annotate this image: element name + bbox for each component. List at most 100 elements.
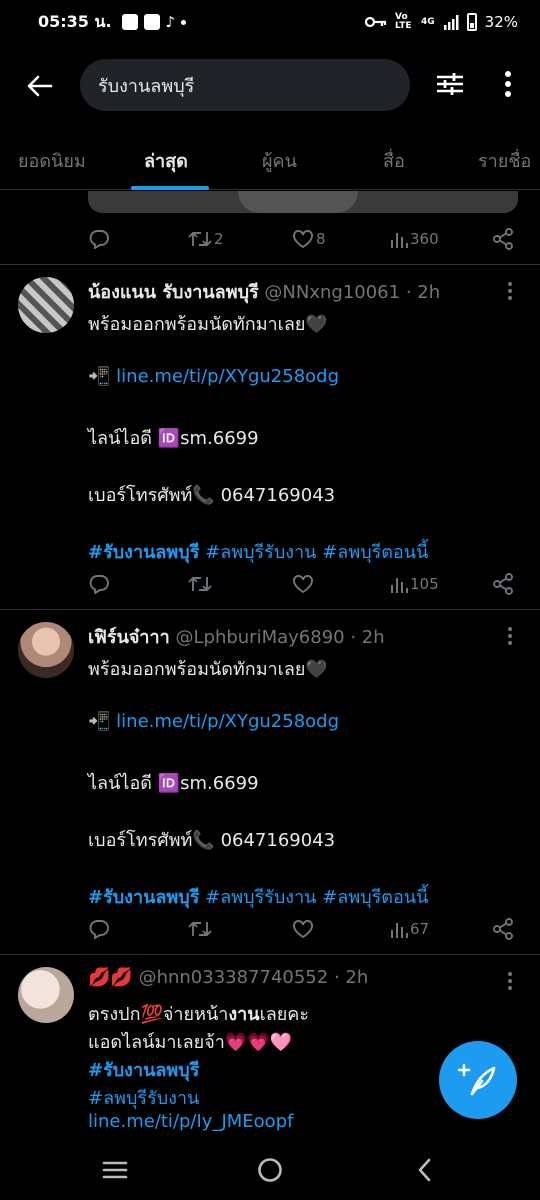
share-button[interactable] <box>492 228 514 250</box>
back-button[interactable] <box>20 66 60 106</box>
message-icon-2 <box>143 14 160 30</box>
feather-plus-icon <box>458 1063 496 1096</box>
reply-button[interactable] <box>88 919 110 939</box>
tweet-hashtags: #รับงานลพบุรี #ลพบุรีรับงาน #ลพบุรีตอนนี… <box>88 537 428 566</box>
more-vertical-icon <box>508 972 512 990</box>
status-time: 05:35 น. <box>38 11 112 31</box>
views-count: 360 <box>410 230 439 248</box>
hashtag-link[interactable]: #ลพบุรีรับงาน <box>205 542 316 563</box>
phone-emoji: 📲 <box>88 366 111 387</box>
reply-icon <box>89 230 109 249</box>
share-icon <box>493 918 513 940</box>
search-query: รับงานลพบุรี <box>98 75 195 97</box>
tweet-lineid-line: ไลน์ไอดี 🆔sm.6699 <box>88 423 259 452</box>
avatar[interactable] <box>18 622 74 678</box>
user-handle[interactable]: @NNxng10061 <box>264 282 400 303</box>
like-button[interactable]: 8 <box>292 229 326 249</box>
reply-button[interactable] <box>88 229 110 249</box>
telephone-emoji: 📞 <box>192 485 215 506</box>
hashtag-link[interactable]: #ลพบุรีรับงาน <box>205 887 316 908</box>
tweet-link[interactable]: line.me/ti/p/XYgu258odg <box>116 711 339 732</box>
tweet-menu-button[interactable] <box>500 969 520 993</box>
tweet-text-part: ตรงปก💯จ่ายหน้า <box>88 1004 229 1025</box>
views-button[interactable]: 67 <box>390 919 429 939</box>
tweet-header: เฟิร์นจ๋าาา @LphburiMay6890 · 2h <box>88 622 385 651</box>
share-button[interactable] <box>492 573 514 595</box>
phone-number: 0647169043 <box>220 485 336 506</box>
tab-media[interactable]: สื่อ <box>383 146 405 175</box>
home-button[interactable] <box>250 1152 290 1188</box>
hashtag-link[interactable]: #รับงานลพบุรี <box>88 1060 199 1081</box>
reply-icon <box>89 920 109 939</box>
tweet-time: · 2h <box>350 627 385 648</box>
overflow-menu-button[interactable] <box>488 64 528 104</box>
avatar[interactable] <box>18 967 74 1023</box>
tweet-item[interactable]: น้องแนน รับงานลพบุรี @NNxng10061 · 2h พร… <box>0 264 540 609</box>
tweet-time: · 2h <box>405 282 441 303</box>
tweet-media-image[interactable] <box>88 191 518 213</box>
tweet-hashtag-line: #รับงานลพบุรี <box>88 1055 199 1084</box>
views-button[interactable]: 360 <box>390 229 439 249</box>
tweet-phone-line: เบอร์โทรศัพท์📞 0647169043 <box>88 825 335 854</box>
tab-people[interactable]: ผู้คน <box>262 146 297 175</box>
key-icon <box>365 16 387 28</box>
tweet-link[interactable]: line.me/ti/p/XYgu258odg <box>116 366 339 387</box>
battery-percent: 32% <box>484 13 518 31</box>
views-icon <box>391 233 408 248</box>
user-handle[interactable]: @LphburiMay6890 <box>175 627 344 648</box>
phone-number: 0647169043 <box>220 830 336 851</box>
share-button[interactable] <box>492 918 514 940</box>
tab-lists[interactable]: รายชื่อ <box>478 146 531 175</box>
retweet-button[interactable] <box>188 574 212 594</box>
retweet-button[interactable]: 2 <box>188 229 224 249</box>
tweet-menu-button[interactable] <box>500 279 520 303</box>
recent-apps-button[interactable] <box>95 1152 135 1188</box>
tweet-feed[interactable]: 2 8 360 น้องแนน รับงานลพบุรี @NNxng10061… <box>0 191 540 1191</box>
hashtag-link[interactable]: #ลพบุรีตอนนี้ <box>322 887 428 908</box>
heart-icon <box>293 920 313 939</box>
tweet-actions: 67 <box>88 916 518 942</box>
tweet-link[interactable]: line.me/ti/p/Iy_JMEoopf <box>88 1111 293 1132</box>
tab-latest[interactable]: ล่าสุด <box>144 146 188 175</box>
system-back-button[interactable] <box>405 1152 445 1188</box>
views-button[interactable]: 105 <box>390 574 439 594</box>
status-bar: 05:35 น. ♪ Vo LTE 4G 32% <box>0 0 540 44</box>
tweet-item[interactable]: เฟิร์นจ๋าาา @LphburiMay6890 · 2h พร้อมออ… <box>0 609 540 954</box>
tweet-link-line: 📲 line.me/ti/p/XYgu258odg <box>88 711 339 732</box>
display-name[interactable]: น้องแนน รับงานลพบุรี <box>88 282 259 303</box>
tweet-text-part: เลยคะ <box>259 1004 310 1025</box>
tweet-text-line: แอดไลน์มาเลยจ้า💗💗🩷 <box>88 1032 293 1053</box>
tab-top[interactable]: ยอดนิยม <box>18 146 86 175</box>
tweet-hashtags: #รับงานลพบุรี #ลพบุรีรับงาน #ลพบุรีตอนนี… <box>88 882 428 911</box>
system-navigation-bar <box>0 1138 540 1200</box>
phone-label: เบอร์โทรศัพท์ <box>88 485 193 506</box>
lineid-value: sm.6699 <box>180 428 259 449</box>
search-input[interactable]: รับงานลพบุรี <box>80 59 410 111</box>
hashtag-link[interactable]: #รับงานลพบุรี <box>88 887 199 908</box>
display-name[interactable]: 💋💋 <box>88 967 133 988</box>
like-button[interactable] <box>292 574 314 594</box>
compose-tweet-button[interactable] <box>439 1041 517 1119</box>
display-name[interactable]: เฟิร์นจ๋าาา <box>88 627 170 648</box>
hashtag-link[interactable]: #ลพบุรีรับงาน <box>88 1088 199 1109</box>
avatar[interactable] <box>18 277 74 333</box>
search-filter-button[interactable] <box>430 64 470 104</box>
views-icon <box>391 923 408 938</box>
heart-icon <box>293 230 313 249</box>
more-vertical-icon <box>508 627 512 645</box>
retweet-button[interactable] <box>188 919 212 939</box>
reply-button[interactable] <box>88 574 110 594</box>
views-count: 67 <box>410 920 430 938</box>
id-emoji: 🆔 <box>157 428 181 449</box>
lineid-label: ไลน์ไอดี <box>88 428 152 449</box>
signal-icon <box>443 15 459 30</box>
chevron-left-icon <box>418 1158 431 1182</box>
like-button[interactable] <box>292 919 314 939</box>
hashtag-link[interactable]: #รับงานลพบุรี <box>88 542 199 563</box>
active-tab-indicator <box>131 186 209 190</box>
hashtag-link[interactable]: #ลพบุรีตอนนี้ <box>322 542 428 563</box>
message-icon <box>121 14 138 30</box>
tweet-phone-line: เบอร์โทรศัพท์📞 0647169043 <box>88 480 335 509</box>
user-handle[interactable]: @hnn033387740552 <box>139 967 329 988</box>
tweet-menu-button[interactable] <box>500 624 520 648</box>
